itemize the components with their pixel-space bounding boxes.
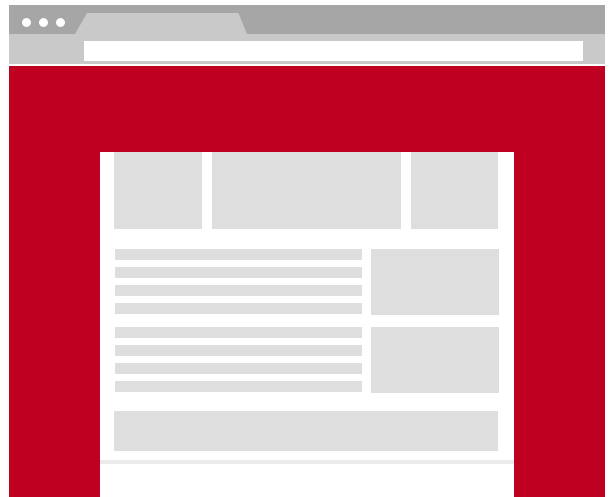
footer-block (114, 411, 498, 451)
text-line-placeholder (115, 363, 362, 374)
browser-toolbar (9, 34, 605, 64)
header-image-block (114, 152, 202, 229)
browser-titlebar (9, 5, 605, 34)
page-viewport[interactable] (9, 66, 605, 497)
text-line-placeholder (115, 381, 362, 392)
browser-tab[interactable] (75, 13, 247, 34)
side-image-block (371, 327, 499, 393)
webpage-wireframe (100, 152, 514, 497)
browser-window (9, 5, 605, 497)
header-image-block (411, 152, 498, 229)
text-line-placeholder (115, 303, 362, 314)
text-line-placeholder (115, 285, 362, 296)
text-line-placeholder (115, 345, 362, 356)
address-bar-input[interactable] (84, 41, 583, 61)
header-banner-block (212, 152, 401, 229)
minimize-window-icon[interactable] (39, 18, 48, 27)
page-divider (100, 460, 514, 464)
maximize-window-icon[interactable] (56, 18, 65, 27)
text-line-placeholder (115, 327, 362, 338)
side-image-block (371, 249, 499, 315)
close-window-icon[interactable] (22, 18, 31, 27)
text-line-placeholder (115, 267, 362, 278)
text-line-placeholder (115, 249, 362, 260)
